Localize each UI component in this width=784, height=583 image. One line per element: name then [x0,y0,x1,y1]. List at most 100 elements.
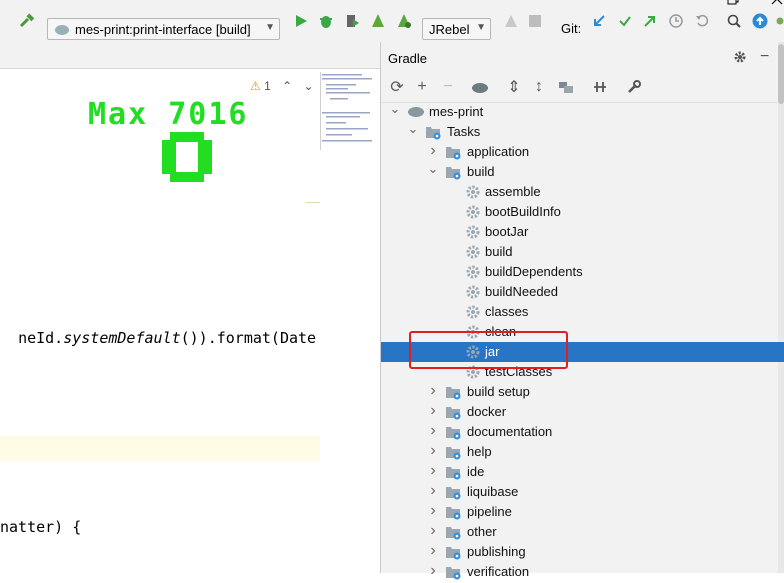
chevron-right-icon[interactable]: › [427,402,439,420]
code-token: neId. [18,329,64,347]
tree-item-build[interactable]: ⌄ build [381,161,784,182]
settings-gear-icon[interactable] [733,50,747,67]
tree-item-label: assemble [485,184,541,199]
task-folder-icon [445,544,461,560]
task-gear-icon [465,224,481,240]
git-history-icon[interactable] [667,12,685,30]
tree-item-classes[interactable]: classes [381,302,784,322]
jrebel-sync-icon[interactable] [502,12,520,30]
tree-item-assemble[interactable]: assemble [381,182,784,202]
git-rollback-icon[interactable] [693,12,711,30]
toggle-offline-icon[interactable] [591,78,609,96]
tree-item-builddependents[interactable]: buildDependents [381,262,784,282]
chevron-right-icon[interactable]: › [427,142,439,160]
tree-item-label: publishing [467,544,526,559]
tree-item-bootjar[interactable]: bootJar [381,222,784,242]
tree-item-bootbuildinfo[interactable]: bootBuildInfo [381,202,784,222]
gradle-panel-title: Gradle [388,51,428,66]
task-gear-icon [465,244,481,260]
tree-item-publishing[interactable]: › publishing [381,542,784,562]
task-folder-icon [445,464,461,480]
task-gear-icon [465,304,481,320]
code-minimap[interactable] [320,72,380,162]
refresh-icon[interactable]: ⟳ [388,78,406,96]
tree-item-label: build [467,164,495,179]
execute-task-icon[interactable] [471,78,489,96]
tree-item-docker[interactable]: › docker [381,402,784,422]
chevron-right-icon[interactable]: › [427,562,439,580]
tree-item-verification[interactable]: › verification [381,562,784,582]
chevron-right-icon[interactable]: › [427,442,439,460]
build-hammer-icon[interactable] [18,12,36,30]
scrollbar-thumb[interactable] [778,44,784,104]
git-label: Git: [561,21,582,36]
chevron-right-icon[interactable]: › [427,542,439,560]
tree-item-mes-print[interactable]: ⌄ mes-print [381,101,784,122]
tree-item-label: build setup [467,384,530,399]
tree-item-tasks[interactable]: ⌄ Tasks [381,121,784,142]
tree-item-label: buildDependents [485,264,583,279]
collapse-all-icon[interactable]: ↕ [530,78,548,96]
gradle-elephant-icon [54,22,70,39]
chevron-right-icon[interactable]: › [427,462,439,480]
tree-item-other[interactable]: › other [381,522,784,542]
minimize-panel-icon[interactable]: − [760,48,769,66]
build-tool-settings-icon[interactable] [625,78,643,96]
debug-icon[interactable] [317,12,335,30]
git-commit-icon[interactable] [616,12,634,30]
tree-item-label: other [467,524,497,539]
task-folder-icon [445,144,461,160]
remove-icon[interactable]: − [439,78,457,96]
gradle-elephant-icon [407,104,424,120]
chevron-up-icon[interactable]: ⌃ [282,79,292,93]
warning-indicator[interactable]: ⚠ 1 ⌃ ⌄ [250,79,314,93]
code-line-format[interactable]: neId.systemDefault()).format(Date [0,311,316,347]
tree-item-build-setup[interactable]: › build setup [381,382,784,402]
tree-item-ide[interactable]: › ide [381,462,784,482]
chevron-right-icon[interactable]: › [427,422,439,440]
run-configuration-label: mes-print:print-interface [build] [75,22,251,37]
plugin-icon[interactable] [776,12,784,30]
gradle-toolbar: ⟳ + − ⇕ ↕ [381,72,777,103]
window-restore-icon[interactable] [724,0,742,8]
code-line-formatter[interactable]: natter) { [0,518,81,536]
jrebel-label: JRebel [429,22,470,37]
caret-marker [306,202,320,203]
chevron-right-icon[interactable]: › [427,502,439,520]
tree-item-application[interactable]: › application [381,142,784,162]
add-icon[interactable]: + [413,78,431,96]
coverage-icon[interactable] [343,12,361,30]
chevron-right-icon[interactable]: › [427,382,439,400]
jrebel-debug-icon[interactable] [395,12,413,30]
tree-item-buildneeded[interactable]: buildNeeded [381,282,784,302]
chevron-down-icon[interactable]: ⌄ [427,161,439,177]
tree-item-label: classes [485,304,529,319]
jrebel-select[interactable]: JRebel ▼ [422,18,491,40]
git-push-icon[interactable] [641,12,659,30]
update-icon[interactable] [751,12,769,30]
tree-item-documentation[interactable]: › documentation [381,422,784,442]
jrebel-run-icon[interactable] [369,12,387,30]
task-folder-icon [445,424,461,440]
tree-item-pipeline[interactable]: › pipeline [381,502,784,522]
chevron-down-icon[interactable]: ⌄ [389,101,401,117]
chevron-right-icon[interactable]: › [427,522,439,540]
task-gear-icon [465,284,481,300]
max-counter-text: Max 7016 [88,97,249,132]
chevron-right-icon[interactable]: › [427,482,439,500]
run-configuration-select[interactable]: mes-print:print-interface [build] ▼ [47,18,280,40]
expand-all-icon[interactable]: ⇕ [505,78,523,96]
tree-item-help[interactable]: › help [381,442,784,462]
git-update-icon[interactable] [590,12,608,30]
tree-item-liquibase[interactable]: › liquibase [381,482,784,502]
stop-icon[interactable] [526,12,544,30]
tree-item-build[interactable]: build [381,242,784,262]
tree-item-label: ide [467,464,485,479]
chevron-down-icon[interactable]: ⌄ [304,79,314,93]
group-modules-icon[interactable] [557,78,575,96]
search-icon[interactable] [725,12,743,30]
window-close-icon[interactable] [768,0,784,8]
chevron-down-icon[interactable]: ⌄ [407,121,419,137]
tree-item-label: documentation [467,424,553,439]
run-icon[interactable] [292,12,310,30]
